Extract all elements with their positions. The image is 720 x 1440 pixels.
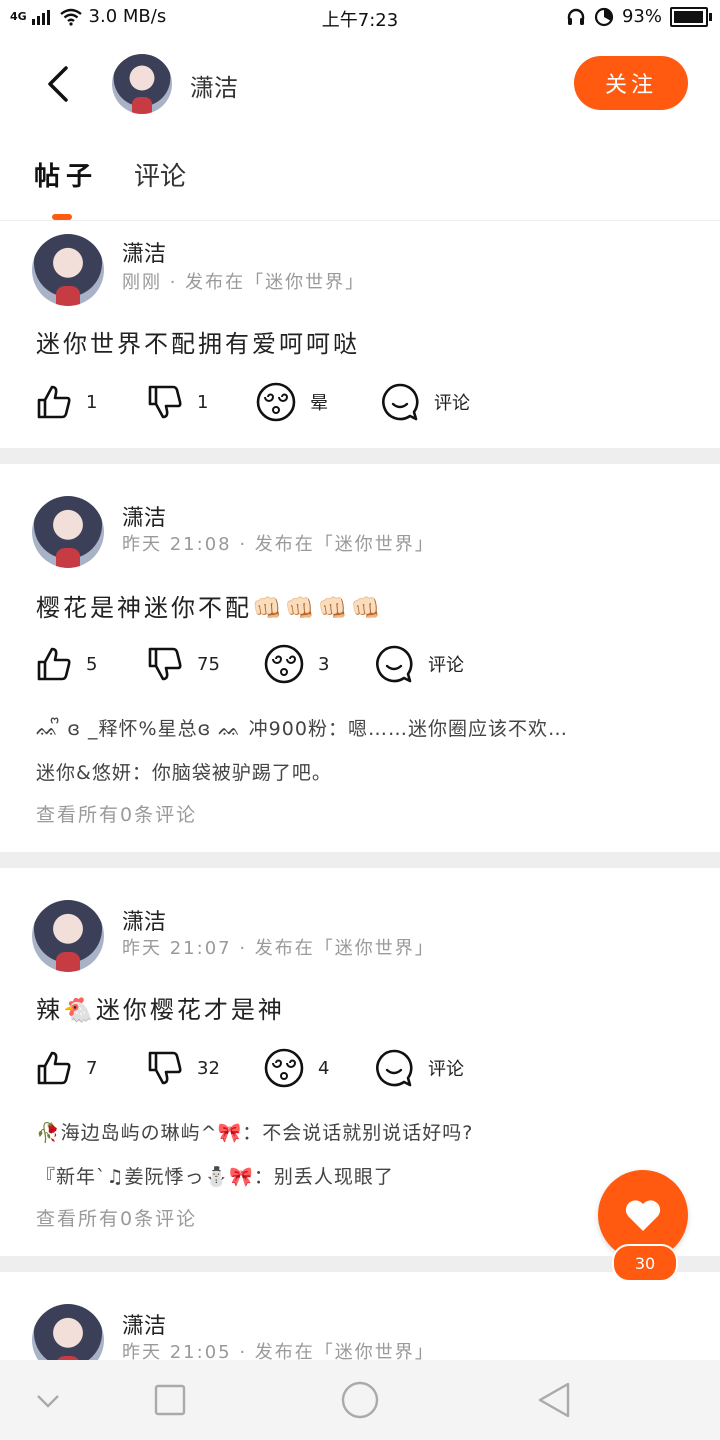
- comment-label: 评论: [428, 655, 464, 676]
- dizzy-label: 晕: [310, 393, 328, 414]
- post-author[interactable]: 潇洁: [122, 904, 166, 936]
- dizzy-count: 3: [318, 653, 330, 675]
- home-icon[interactable]: [340, 1380, 380, 1420]
- data-saver-icon: [594, 7, 614, 26]
- like-button[interactable]: 7: [36, 1050, 97, 1086]
- battery-percent: 93%: [621, 6, 662, 27]
- post-actions: 7 32 4 评论: [0, 1046, 720, 1096]
- comment-button[interactable]: 评论: [374, 644, 464, 684]
- thumbs-up-icon: [37, 647, 71, 681]
- post-meta: 昨天 21:07 · 发布在「迷你世界」: [122, 938, 435, 959]
- post-meta: 刚刚 · 发布在「迷你世界」: [122, 272, 366, 293]
- post-author[interactable]: 潇洁: [122, 500, 166, 532]
- view-all-comments-link[interactable]: 查看所有0条评论: [36, 1204, 197, 1231]
- tab-bar: 帖子 评论: [0, 134, 720, 221]
- dislike-button[interactable]: 75: [147, 646, 220, 682]
- tab-indicator: [52, 214, 72, 220]
- post-actions: 5 75 3 评论: [0, 642, 720, 692]
- post-card[interactable]: 潇洁 昨天 21:05 · 发布在「迷你世界」: [0, 1272, 720, 1360]
- dizzy-face-icon: [256, 382, 296, 422]
- comment-bubble-icon: [376, 645, 413, 683]
- comment-preview[interactable]: ᨐᩚ ɞ _释怀%星总ɞ ᨐ 冲900粉：嗯……迷你圈应该不欢…: [36, 714, 568, 745]
- dizzy-face-icon: [264, 644, 304, 684]
- post-author[interactable]: 潇洁: [122, 1308, 166, 1340]
- dizzy-count: 4: [318, 1057, 330, 1079]
- post-content[interactable]: 辣🐔迷你樱花才是神: [36, 990, 285, 1025]
- comment-label: 评论: [434, 393, 470, 414]
- like-count: 1: [86, 391, 98, 413]
- avatar[interactable]: [32, 496, 104, 568]
- profile-header: 潇洁 关注: [0, 36, 720, 134]
- dizzy-button[interactable]: 3: [264, 644, 329, 684]
- like-count: 5: [86, 653, 98, 675]
- post-meta: 昨天 21:05 · 发布在「迷你世界」: [122, 1342, 435, 1360]
- dislike-button[interactable]: 32: [147, 1050, 220, 1086]
- like-button[interactable]: 5: [36, 646, 97, 682]
- dislike-count: 75: [197, 653, 220, 675]
- divider: [0, 852, 720, 868]
- dislike-button[interactable]: 1: [147, 384, 208, 420]
- post-card[interactable]: 潇洁 刚刚 · 发布在「迷你世界」 迷你世界不配拥有爱呵呵哒 1 1 晕 评论: [0, 222, 720, 448]
- divider: [0, 448, 720, 464]
- post-content[interactable]: 迷你世界不配拥有爱呵呵哒: [36, 324, 360, 359]
- like-count: 7: [86, 1057, 98, 1079]
- status-bar: 4G 3.0 MB/s 上午7:23 93%: [0, 0, 720, 36]
- comment-preview[interactable]: 迷你&悠妍：你脑袋被驴踢了吧。: [36, 758, 332, 785]
- tab-comments[interactable]: 评论: [134, 156, 186, 193]
- post-author[interactable]: 潇洁: [122, 236, 166, 268]
- post-meta: 昨天 21:08 · 发布在「迷你世界」: [122, 534, 435, 555]
- avatar[interactable]: [32, 1304, 104, 1360]
- dizzy-button[interactable]: 4: [264, 1048, 329, 1088]
- comment-button[interactable]: 评论: [374, 1048, 464, 1088]
- comment-label: 评论: [428, 1059, 464, 1080]
- heart-icon: [625, 1200, 661, 1231]
- dislike-count: 1: [197, 391, 209, 413]
- clock: 上午7:23: [321, 10, 399, 31]
- post-card[interactable]: 潇洁 昨天 21:08 · 发布在「迷你世界」 樱花是神迷你不配👊🏻👊🏻👊🏻👊🏻…: [0, 464, 720, 852]
- dizzy-button[interactable]: 晕: [256, 382, 328, 422]
- comment-preview[interactable]: 🥀海边岛屿の琳屿^🎀：不会说话就别说话好吗?: [36, 1118, 473, 1145]
- dizzy-face-icon: [264, 1048, 304, 1088]
- post-actions: 1 1 晕 评论: [0, 380, 720, 430]
- recent-apps-icon[interactable]: [154, 1380, 186, 1420]
- tab-posts[interactable]: 帖子: [34, 156, 98, 193]
- headphones-icon: [567, 8, 585, 25]
- system-nav-bar: [0, 1360, 720, 1440]
- status-right: 93%: [566, 6, 712, 27]
- comment-bubble-icon: [376, 1049, 413, 1087]
- comment-preview[interactable]: 『新年`♫姜阮悸っ⛄🎀：别丢人现眼了: [36, 1162, 394, 1189]
- back-button[interactable]: [38, 62, 78, 106]
- back-nav-icon[interactable]: [536, 1380, 572, 1420]
- avatar[interactable]: [112, 54, 172, 114]
- follow-button[interactable]: 关注: [574, 56, 688, 110]
- back-arrow-icon: [48, 66, 68, 102]
- view-all-comments-link[interactable]: 查看所有0条评论: [36, 800, 197, 827]
- thumbs-up-icon: [37, 1051, 71, 1085]
- dislike-count: 32: [197, 1057, 220, 1079]
- like-fab-count: 30: [612, 1244, 678, 1282]
- chevron-down-icon[interactable]: [34, 1380, 62, 1420]
- thumbs-up-icon: [37, 385, 71, 419]
- post-content[interactable]: 樱花是神迷你不配👊🏻👊🏻👊🏻👊🏻: [36, 588, 384, 623]
- avatar[interactable]: [32, 234, 104, 306]
- like-button[interactable]: 1: [36, 384, 97, 420]
- thumbs-down-icon: [148, 385, 182, 419]
- battery-icon: [670, 6, 712, 27]
- profile-name: 潇洁: [190, 74, 238, 102]
- thumbs-down-icon: [148, 1051, 182, 1085]
- comment-button[interactable]: 评论: [380, 382, 470, 422]
- comment-bubble-icon: [382, 383, 419, 421]
- avatar[interactable]: [32, 900, 104, 972]
- thumbs-down-icon: [148, 647, 182, 681]
